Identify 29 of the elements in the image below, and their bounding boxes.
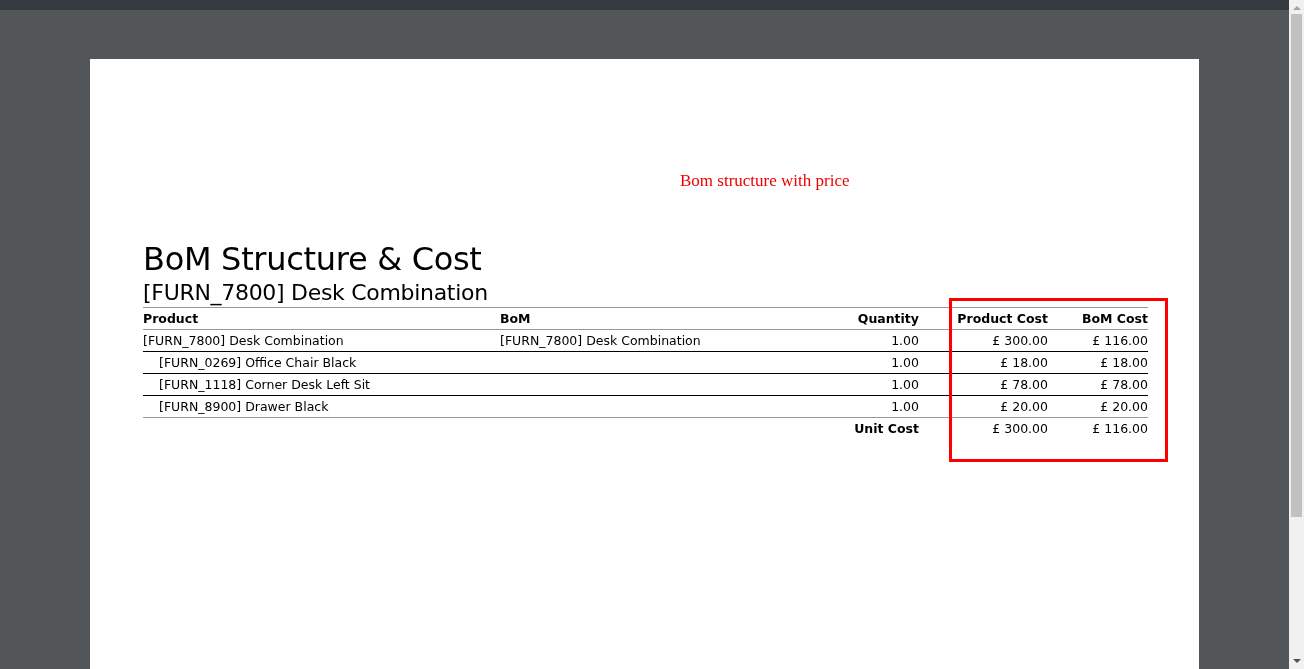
column-header: Product	[143, 307, 500, 330]
table-cell: £ 300.00	[992, 333, 1048, 348]
table-cell: [FURN_7800] Desk Combination	[143, 333, 344, 348]
total-label: Unit Cost	[854, 421, 919, 436]
table-cell: [FURN_1118] Corner Desk Left Sit	[159, 377, 371, 392]
table-cell: £ 18.00	[1000, 355, 1048, 370]
table-cell: [FURN_0269] Office Chair Black	[159, 355, 357, 370]
table-cell: £ 20.00	[1000, 399, 1048, 414]
table-cell: 1.00	[891, 399, 919, 414]
column-header: Quantity	[800, 307, 919, 330]
table-cell: 1.00	[891, 333, 919, 348]
table-cell: £ 18.00	[1100, 355, 1148, 370]
table-cell: 1.00	[891, 377, 919, 392]
column-header: Product Cost	[919, 307, 1048, 330]
scrollbar[interactable]	[1289, 0, 1304, 669]
report-subtitle: [FURN_7800] Desk Combination	[143, 279, 489, 307]
column-header: BoM	[500, 307, 800, 330]
table-cell: 1.00	[891, 355, 919, 370]
table-cell: [FURN_8900] Drawer Black	[159, 399, 329, 414]
table-cell: £ 78.00	[1100, 377, 1148, 392]
column-header: BoM Cost	[1048, 307, 1148, 330]
table-cell: £ 78.00	[1000, 377, 1048, 392]
annotation-text: Bom structure with price	[680, 171, 850, 191]
total-value: £ 116.00	[1092, 421, 1148, 436]
total-value: £ 300.00	[992, 421, 1048, 436]
table-cell: £ 116.00	[1092, 333, 1148, 348]
report-title: BoM Structure & Cost	[143, 239, 483, 279]
table-cell: £ 20.00	[1100, 399, 1148, 414]
table-cell: [FURN_7800] Desk Combination	[500, 333, 701, 348]
